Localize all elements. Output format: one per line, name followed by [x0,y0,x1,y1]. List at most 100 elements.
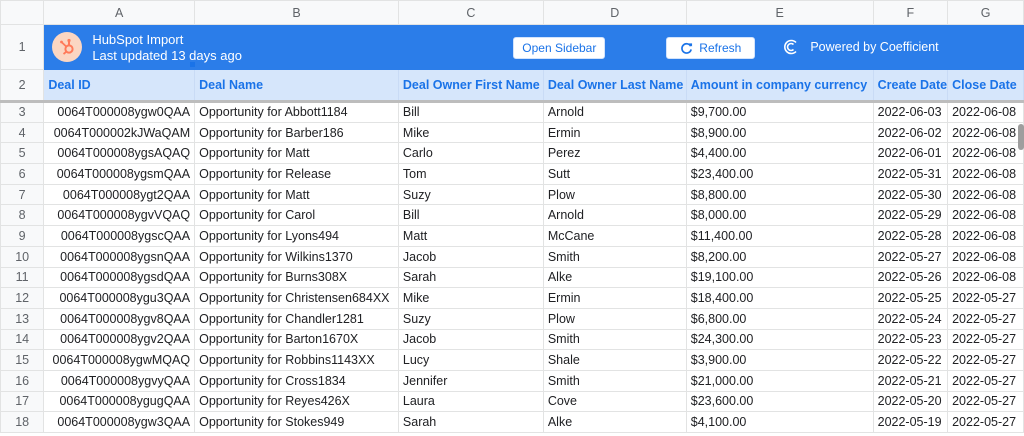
cell-amount[interactable]: $11,400.00 [685,225,874,247]
cell-amount[interactable]: $4,400.00 [685,142,874,165]
cell-close-date[interactable]: 2022-06-08 [947,183,1024,206]
header-deal-name[interactable]: Deal Name [194,69,399,102]
cell-owner-last-name[interactable]: Sutt [542,163,687,185]
cell-deal-id[interactable]: 0064T000008ygugQAA [43,390,196,413]
cell-deal-name[interactable]: Opportunity for Cross1834 [194,369,399,392]
row-number[interactable]: 9 [0,225,45,247]
cell-create-date[interactable]: 2022-05-23 [872,328,949,351]
cell-close-date[interactable]: 2022-05-27 [947,411,1024,433]
cell-owner-last-name[interactable]: Ermin [542,287,687,309]
cell-amount[interactable]: $8,800.00 [685,183,874,206]
cell-deal-id[interactable]: 0064T000008ygvyQAA [43,369,196,392]
row-number[interactable]: 10 [0,245,45,268]
cell-create-date[interactable]: 2022-06-02 [872,121,949,144]
row-number[interactable]: 1 [0,24,45,70]
row-number[interactable]: 18 [0,411,45,433]
cell-deal-name[interactable]: Opportunity for Carol [194,204,399,227]
column-header-g[interactable]: G [947,0,1024,25]
column-header-f[interactable]: F [872,0,949,25]
cell-close-date[interactable]: 2022-05-27 [947,307,1024,330]
cell-close-date[interactable]: 2022-06-08 [947,121,1024,144]
cell-amount[interactable]: $6,800.00 [685,307,874,330]
cell-owner-first-name[interactable]: Lucy [397,349,544,371]
cell-owner-first-name[interactable]: Tom [397,163,544,185]
row-number[interactable]: 4 [0,121,45,144]
cell-amount[interactable]: $3,900.00 [685,349,874,371]
cell-amount[interactable]: $4,100.00 [685,411,874,433]
cell-deal-name[interactable]: Opportunity for Wilkins1370 [194,245,399,268]
powered-by[interactable]: Powered by Coefficient [782,38,939,56]
cell-deal-name[interactable]: Opportunity for Robbins1143XX [194,349,399,371]
header-close-date[interactable]: Close Date [947,69,1024,102]
cell-deal-id[interactable]: 0064T000008ygt2QAA [43,183,196,206]
cell-close-date[interactable]: 2022-06-08 [947,142,1024,165]
cell-deal-name[interactable]: Opportunity for Matt [194,142,399,165]
row-number[interactable]: 17 [0,390,45,413]
select-all-corner[interactable] [0,0,45,25]
cell-owner-first-name[interactable]: Matt [397,225,544,247]
cell-deal-name[interactable]: Opportunity for Burns308X [194,266,399,289]
cell-owner-last-name[interactable]: Plow [542,307,687,330]
cell-close-date[interactable]: 2022-05-27 [947,369,1024,392]
header-deal-id[interactable]: Deal ID [43,69,196,102]
cell-owner-first-name[interactable]: Carlo [397,142,544,165]
cell-owner-last-name[interactable]: Perez [542,142,687,165]
row-number[interactable]: 2 [0,69,45,102]
cell-owner-first-name[interactable]: Laura [397,390,544,413]
cell-create-date[interactable]: 2022-05-30 [872,183,949,206]
cell-deal-id[interactable]: 0064T000008ygsmQAA [43,163,196,185]
cell-close-date[interactable]: 2022-06-08 [947,204,1024,227]
cell-owner-first-name[interactable]: Mike [397,121,544,144]
cell-create-date[interactable]: 2022-05-27 [872,245,949,268]
cell-owner-last-name[interactable]: McCane [542,225,687,247]
cell-close-date[interactable]: 2022-06-08 [947,101,1024,123]
cell-create-date[interactable]: 2022-05-29 [872,204,949,227]
row-number[interactable]: 16 [0,369,45,392]
cell-close-date[interactable]: 2022-06-08 [947,266,1024,289]
cell-deal-name[interactable]: Opportunity for Reyes426X [194,390,399,413]
cell-owner-last-name[interactable]: Ermin [542,121,687,144]
cell-create-date[interactable]: 2022-05-28 [872,225,949,247]
row-number[interactable]: 14 [0,328,45,351]
cell-owner-first-name[interactable]: Jennifer [397,369,544,392]
cell-amount[interactable]: $18,400.00 [685,287,874,309]
cell-create-date[interactable]: 2022-05-24 [872,307,949,330]
cell-deal-id[interactable]: 0064T000008ygv8QAA [43,307,196,330]
cell-owner-first-name[interactable]: Suzy [397,307,544,330]
cell-deal-name[interactable]: Opportunity for Matt [194,183,399,206]
cell-owner-last-name[interactable]: Plow [542,183,687,206]
cell-deal-id[interactable]: 0064T000008ygscQAA [43,225,196,247]
row-number[interactable]: 5 [0,142,45,165]
cell-deal-id[interactable]: 0064T000008ygw0QAA [43,101,196,123]
cell-owner-first-name[interactable]: Sarah [397,266,544,289]
cell-create-date[interactable]: 2022-05-19 [872,411,949,433]
cell-owner-last-name[interactable]: Arnold [542,101,687,123]
cell-create-date[interactable]: 2022-06-01 [872,142,949,165]
cell-amount[interactable]: $8,200.00 [685,245,874,268]
cell-owner-last-name[interactable]: Smith [542,328,687,351]
header-create-date[interactable]: Create Date [872,69,949,102]
cell-create-date[interactable]: 2022-05-20 [872,390,949,413]
header-owner-last-name[interactable]: Deal Owner Last Name [542,69,687,102]
selection-handle[interactable] [190,62,195,67]
cell-owner-first-name[interactable]: Bill [397,204,544,227]
cell-amount[interactable]: $19,100.00 [685,266,874,289]
cell-deal-id[interactable]: 0064T000008ygv2QAA [43,328,196,351]
row-number[interactable]: 3 [0,101,45,123]
cell-deal-id[interactable]: 0064T000008ygvVQAQ [43,204,196,227]
header-amount[interactable]: Amount in company currency [685,69,874,102]
row-number[interactable]: 12 [0,287,45,309]
cell-owner-first-name[interactable]: Mike [397,287,544,309]
column-header-a[interactable]: A [43,0,196,25]
cell-deal-name[interactable]: Opportunity for Barton1670X [194,328,399,351]
row-number[interactable]: 11 [0,266,45,289]
row-number[interactable]: 7 [0,183,45,206]
cell-amount[interactable]: $9,700.00 [685,101,874,123]
refresh-button[interactable]: Refresh [666,37,756,59]
cell-owner-last-name[interactable]: Alke [542,411,687,433]
cell-deal-id[interactable]: 0064T000008ygsdQAA [43,266,196,289]
cell-amount[interactable]: $24,300.00 [685,328,874,351]
cell-create-date[interactable]: 2022-06-03 [872,101,949,123]
cell-deal-name[interactable]: Opportunity for Abbott1184 [194,101,399,123]
row-number[interactable]: 13 [0,307,45,330]
